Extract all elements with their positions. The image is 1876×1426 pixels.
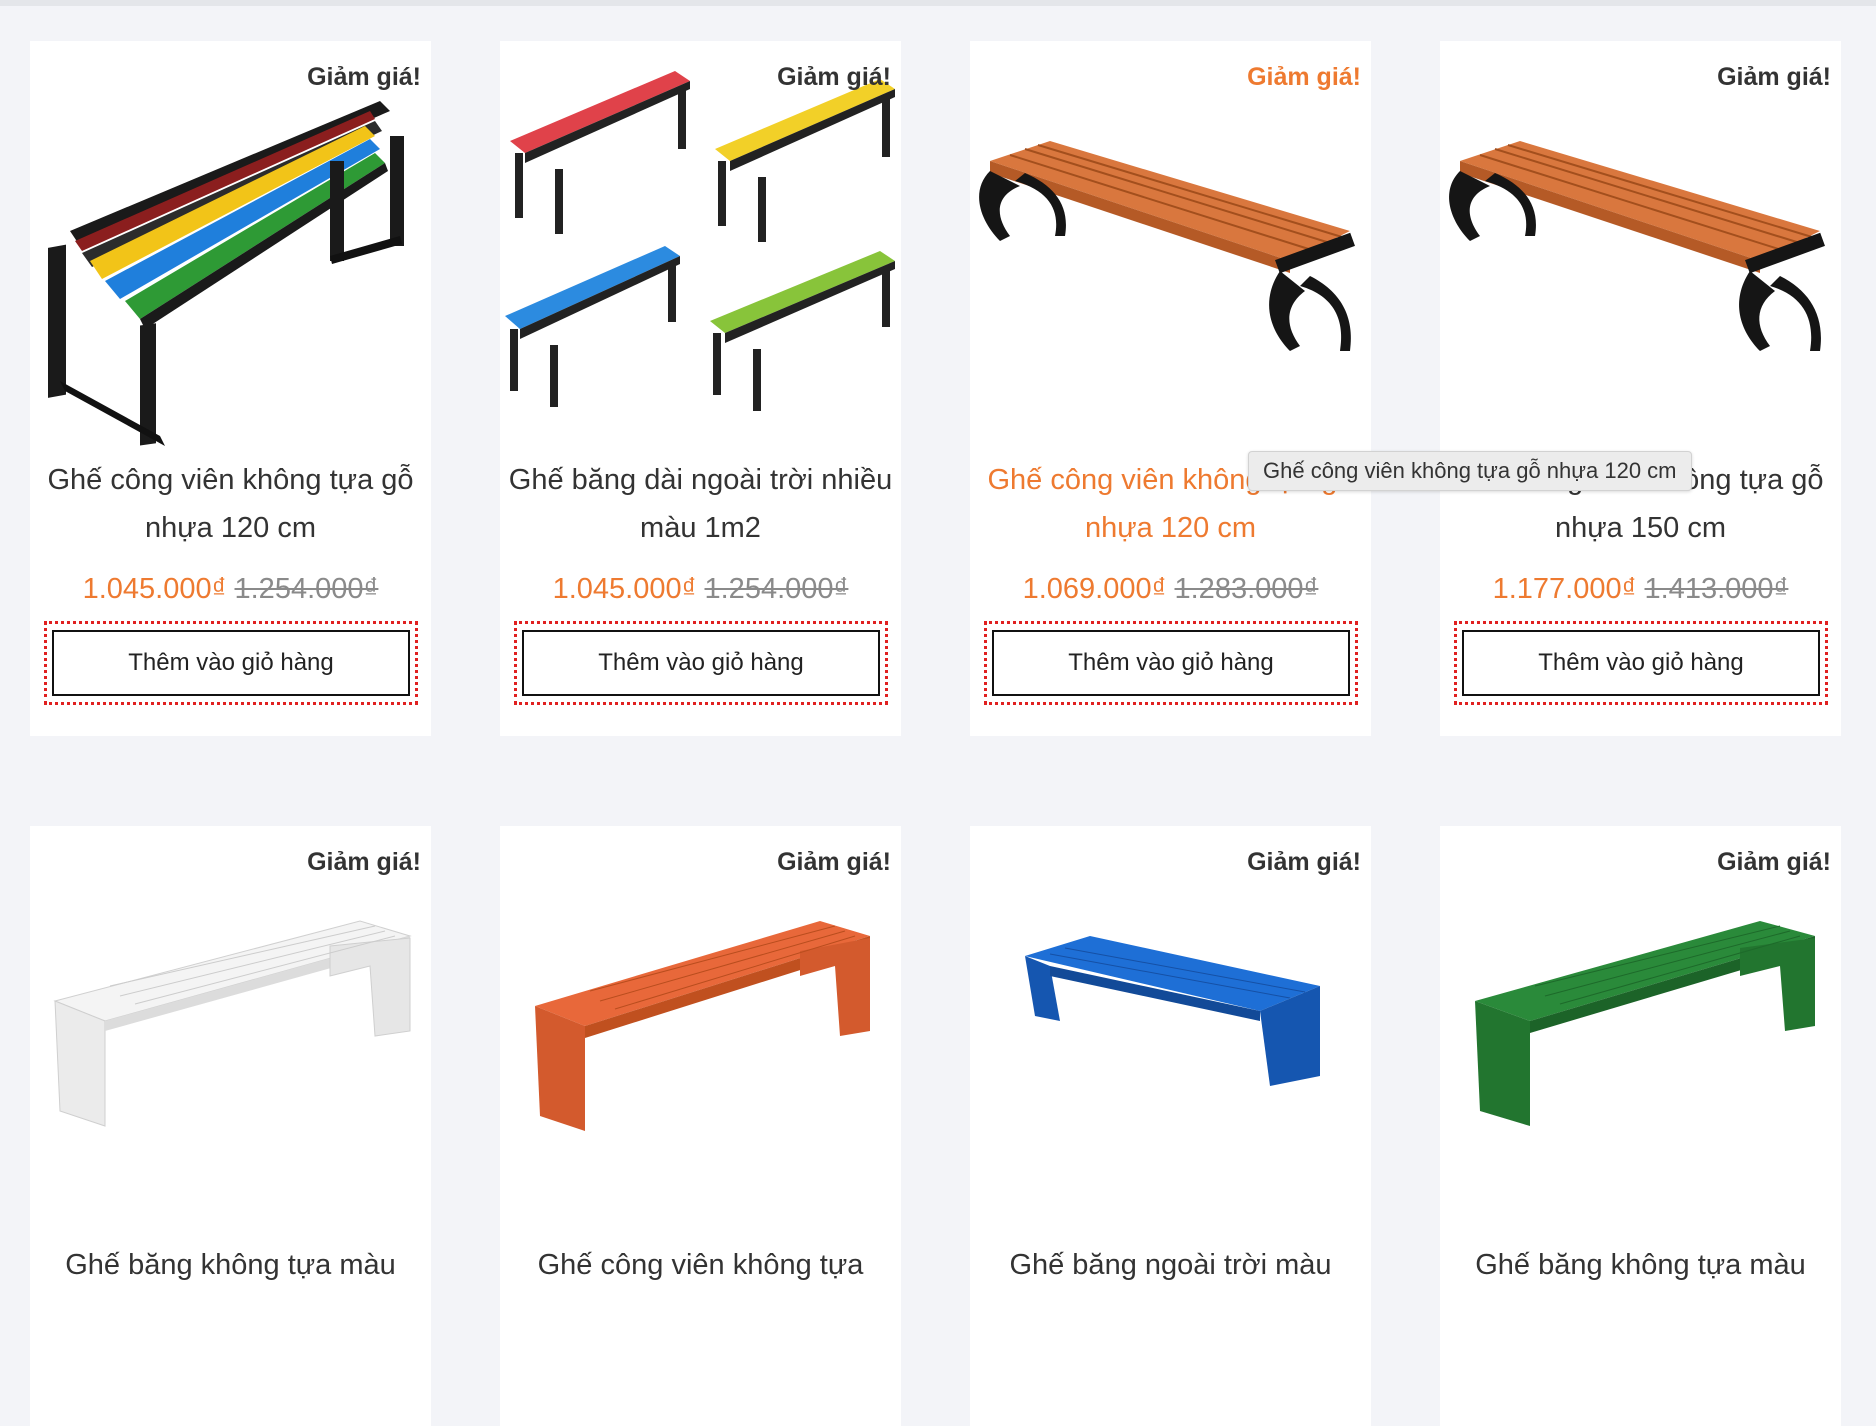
add-to-cart-button[interactable]: Thêm vào giỏ hàng	[522, 630, 880, 696]
product-card: Giảm giá! Ghế công viên không tựa	[500, 826, 901, 1426]
add-to-cart-button[interactable]: Thêm vào giỏ hàng	[992, 630, 1350, 696]
product-title-link[interactable]: Ghế băng dài ngoài trời nhiều màu 1m2	[500, 456, 901, 552]
sale-price: 1.069.000₫	[1022, 573, 1167, 605]
product-price: 1.069.000₫ 1.283.000₫	[970, 569, 1371, 609]
orange-composite-bench-image	[535, 921, 870, 1131]
product-card: Giảm giá! Ghế công viên không tựa gỗ nhự…	[1440, 41, 1841, 736]
product-image-link[interactable]	[1440, 826, 1841, 1236]
original-price: 1.283.000₫	[1174, 573, 1319, 605]
product-card: Giảm giá! Ghế công viên không tựa gỗ nhự…	[970, 41, 1371, 736]
original-price: 1.254.000₫	[234, 573, 379, 605]
original-price: 1.254.000₫	[704, 573, 849, 605]
product-title-link[interactable]: Ghế công viên không tựa gỗ nhựa 120 cm	[30, 456, 431, 552]
product-image-link[interactable]	[30, 826, 431, 1236]
product-card: Giảm giá! Ghế băng không tựa màu	[1440, 826, 1841, 1426]
add-to-cart-focus-ring: Thêm vào giỏ hàng	[44, 621, 418, 705]
product-image-link[interactable]	[970, 826, 1371, 1236]
sale-badge: Giảm giá!	[1247, 63, 1361, 91]
green-composite-bench-image	[1475, 921, 1815, 1126]
sale-badge: Giảm giá!	[307, 63, 421, 91]
sale-badge: Giảm giá!	[1247, 848, 1361, 876]
original-price: 1.413.000₫	[1644, 573, 1789, 605]
product-image-link[interactable]	[1440, 41, 1841, 451]
add-to-cart-focus-ring: Thêm vào giỏ hàng	[514, 621, 888, 705]
sale-badge: Giảm giá!	[307, 848, 421, 876]
top-divider	[0, 0, 1876, 6]
add-to-cart-focus-ring: Thêm vào giỏ hàng	[1454, 621, 1828, 705]
sale-price: 1.045.000₫	[82, 573, 227, 605]
sale-price: 1.045.000₫	[552, 573, 697, 605]
product-title-link[interactable]: Ghế băng không tựa màu	[1440, 1241, 1841, 1289]
product-card: Giảm giá! Ghế băng ngoài trời màu	[970, 826, 1371, 1426]
sale-badge: Giảm giá!	[1717, 848, 1831, 876]
product-title-link[interactable]: Ghế băng ngoài trời màu	[970, 1241, 1371, 1289]
add-to-cart-button[interactable]: Thêm vào giỏ hàng	[52, 630, 410, 696]
product-card: Giảm giá! Ghế công viên không tựa gỗ nhự…	[30, 41, 431, 736]
product-title-link[interactable]: Ghế công viên không tựa	[500, 1241, 901, 1289]
sale-badge: Giảm giá!	[1717, 63, 1831, 91]
product-card: Giảm giá! Ghế băng không tựa màu	[30, 826, 431, 1426]
product-price: 1.045.000₫ 1.254.000₫	[500, 569, 901, 609]
orange-park-bench-image	[1449, 141, 1825, 351]
sale-price: 1.177.000₫	[1492, 573, 1637, 605]
product-image-link[interactable]	[500, 826, 901, 1236]
multicolor-bench-image	[48, 101, 404, 446]
four-color-benches-image	[505, 71, 895, 411]
add-to-cart-button[interactable]: Thêm vào giỏ hàng	[1462, 630, 1820, 696]
product-card: Giảm giá! Ghế băng dài ngoài trời nhiều …	[500, 41, 901, 736]
product-image-link[interactable]	[970, 41, 1371, 451]
product-image-link[interactable]	[500, 41, 901, 451]
sale-badge: Giảm giá!	[777, 63, 891, 91]
product-price: 1.177.000₫ 1.413.000₫	[1440, 569, 1841, 609]
title-tooltip: Ghế công viên không tựa gỗ nhựa 120 cm	[1248, 451, 1692, 491]
blue-composite-bench-image	[1025, 936, 1320, 1086]
white-bench-image	[53, 920, 412, 1127]
add-to-cart-focus-ring: Thêm vào giỏ hàng	[984, 621, 1358, 705]
orange-park-bench-image	[979, 141, 1355, 351]
product-title-link[interactable]: Ghế băng không tựa màu	[30, 1241, 431, 1289]
sale-badge: Giảm giá!	[777, 848, 891, 876]
product-image-link[interactable]	[30, 41, 431, 451]
product-price: 1.045.000₫ 1.254.000₫	[30, 569, 431, 609]
